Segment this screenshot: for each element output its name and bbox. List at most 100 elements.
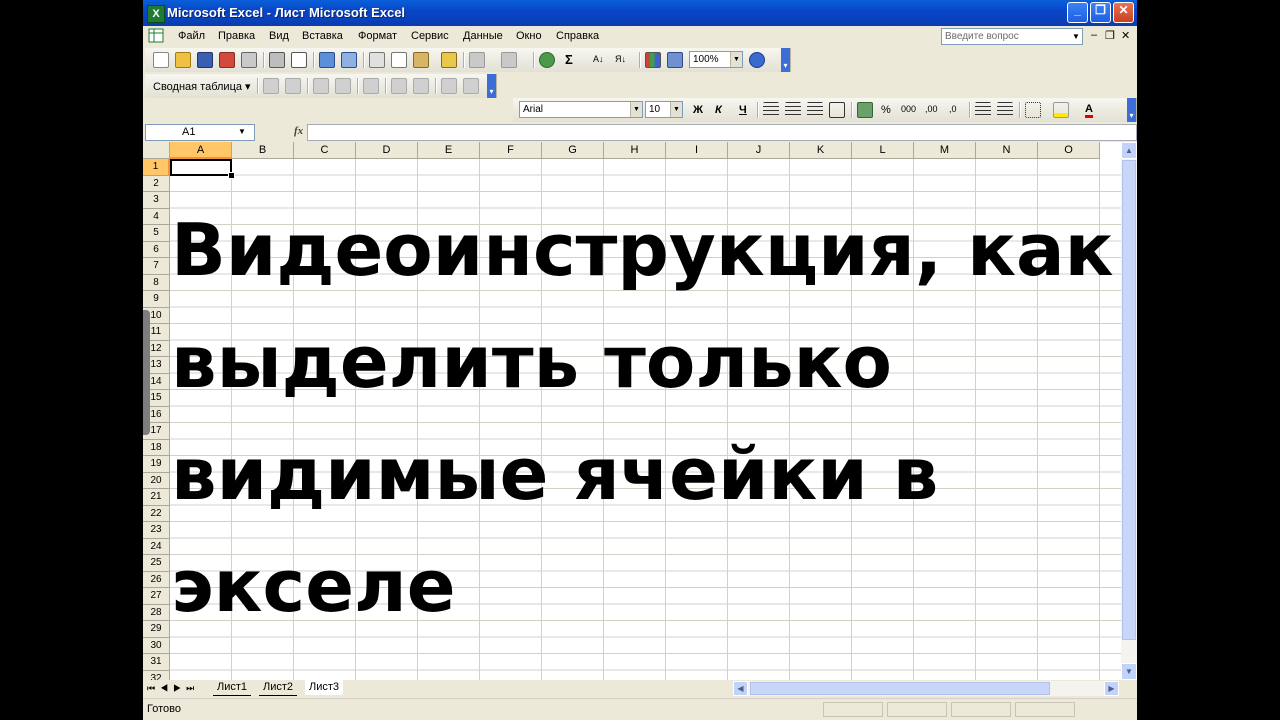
- research-icon[interactable]: [341, 52, 357, 68]
- column-header[interactable]: G: [542, 142, 604, 159]
- bold-button[interactable]: Ж: [693, 104, 703, 116]
- decrease-decimal-button[interactable]: ,0: [949, 104, 957, 114]
- sheet-nav-icon[interactable]: ⏮◀▶⏭: [147, 683, 199, 694]
- underline-button[interactable]: Ч: [739, 104, 747, 116]
- pivot-chart-icon[interactable]: [285, 78, 301, 94]
- side-panel-handle[interactable]: [143, 310, 150, 435]
- align-left-icon[interactable]: [763, 102, 779, 118]
- spelling-icon[interactable]: [319, 52, 335, 68]
- select-all-corner[interactable]: [143, 142, 170, 159]
- sheet-tab-1[interactable]: Лист1: [213, 680, 252, 696]
- hide-field-list-icon[interactable]: [463, 78, 479, 94]
- fill-color-icon[interactable]: [1053, 102, 1069, 118]
- pivot-table-menu[interactable]: Сводная таблица ▾: [153, 80, 251, 93]
- column-header[interactable]: H: [604, 142, 666, 159]
- refresh-icon[interactable]: [363, 78, 379, 94]
- autosum-button[interactable]: Σ: [565, 52, 573, 67]
- decrease-indent-icon[interactable]: [975, 102, 991, 118]
- menu-help[interactable]: Справка: [556, 30, 599, 42]
- open-icon[interactable]: [175, 52, 191, 68]
- column-header[interactable]: F: [480, 142, 542, 159]
- workbook-icon[interactable]: [147, 28, 167, 44]
- print-preview-icon[interactable]: [291, 52, 307, 68]
- hide-detail-icon[interactable]: [313, 78, 329, 94]
- thousands-button[interactable]: 000: [901, 104, 916, 114]
- font-size-combo[interactable]: 10 ▼: [645, 101, 683, 118]
- scroll-right-icon[interactable]: ▶: [1104, 681, 1119, 696]
- sheet-tab-2[interactable]: Лист2: [259, 680, 298, 696]
- vertical-scrollbar[interactable]: ▲ ▼: [1121, 142, 1137, 680]
- show-detail-icon[interactable]: [335, 78, 351, 94]
- scroll-left-icon[interactable]: ◀: [733, 681, 748, 696]
- close-button[interactable]: ✕: [1113, 2, 1134, 23]
- menu-view[interactable]: Вид: [269, 30, 289, 42]
- chevron-down-icon[interactable]: ▼: [670, 102, 682, 117]
- help-icon[interactable]: [749, 52, 765, 68]
- row-header[interactable]: 21: [143, 489, 170, 506]
- cut-icon[interactable]: [369, 52, 385, 68]
- doc-restore-button[interactable]: ❐: [1105, 29, 1115, 42]
- field-list-icon[interactable]: [441, 78, 457, 94]
- row-header[interactable]: 26: [143, 571, 170, 588]
- increase-indent-icon[interactable]: [997, 102, 1013, 118]
- align-right-icon[interactable]: [807, 102, 823, 118]
- zoom-combo[interactable]: 100% ▼: [689, 51, 743, 68]
- row-header[interactable]: 18: [143, 439, 170, 456]
- sort-desc-button[interactable]: Я↓: [615, 54, 626, 64]
- chart-wizard-icon[interactable]: [645, 52, 661, 68]
- paste-icon[interactable]: [413, 52, 429, 68]
- scroll-down-icon[interactable]: ▼: [1121, 663, 1137, 680]
- row-header[interactable]: 4: [143, 208, 170, 225]
- chevron-down-icon[interactable]: ▼: [1070, 29, 1082, 44]
- italic-button[interactable]: К: [715, 104, 722, 116]
- font-color-icon[interactable]: A: [1085, 104, 1093, 118]
- increase-decimal-button[interactable]: ,00: [925, 104, 938, 114]
- row-header[interactable]: 32: [143, 670, 170, 680]
- formula-input[interactable]: [307, 124, 1137, 141]
- row-header[interactable]: 31: [143, 654, 170, 671]
- toolbar-options-icon[interactable]: ▾: [487, 74, 496, 98]
- sheet-tab-3[interactable]: Лист3: [305, 680, 344, 695]
- menu-data[interactable]: Данные: [463, 30, 503, 42]
- menu-tools[interactable]: Сервис: [411, 30, 449, 42]
- row-header[interactable]: 25: [143, 555, 170, 572]
- email-icon[interactable]: [241, 52, 257, 68]
- title-bar[interactable]: X Microsoft Excel - Лист Microsoft Excel…: [143, 0, 1137, 26]
- row-header[interactable]: 28: [143, 604, 170, 621]
- save-icon[interactable]: [197, 52, 213, 68]
- vertical-scroll-thumb[interactable]: [1122, 160, 1136, 640]
- redo-icon[interactable]: [501, 52, 517, 68]
- row-header[interactable]: 7: [143, 258, 170, 275]
- menu-insert[interactable]: Вставка: [302, 30, 343, 42]
- toolbar-options-icon[interactable]: ▾: [1127, 98, 1136, 122]
- column-header[interactable]: N: [976, 142, 1038, 159]
- column-header[interactable]: A: [170, 142, 232, 159]
- column-header[interactable]: C: [294, 142, 356, 159]
- column-header[interactable]: O: [1038, 142, 1100, 159]
- fill-handle[interactable]: [228, 172, 235, 179]
- row-header[interactable]: 6: [143, 241, 170, 258]
- format-painter-icon[interactable]: [441, 52, 457, 68]
- column-header[interactable]: J: [728, 142, 790, 159]
- align-center-icon[interactable]: [785, 102, 801, 118]
- row-header[interactable]: 23: [143, 522, 170, 539]
- field-settings-icon[interactable]: [391, 78, 407, 94]
- active-cell[interactable]: [170, 159, 232, 176]
- hyperlink-icon[interactable]: [539, 52, 555, 68]
- row-header[interactable]: 30: [143, 637, 170, 654]
- toolbar-options-icon[interactable]: ▾: [781, 48, 790, 72]
- row-header[interactable]: 22: [143, 505, 170, 522]
- horizontal-scrollbar[interactable]: ◀ ▶: [733, 681, 1119, 696]
- drawing-icon[interactable]: [667, 52, 683, 68]
- sort-asc-button[interactable]: А↓: [593, 54, 604, 64]
- currency-icon[interactable]: [857, 102, 873, 118]
- row-header[interactable]: 2: [143, 175, 170, 192]
- column-header[interactable]: B: [232, 142, 294, 159]
- new-icon[interactable]: [153, 52, 169, 68]
- column-header[interactable]: E: [418, 142, 480, 159]
- menu-format[interactable]: Формат: [358, 30, 397, 42]
- merge-center-icon[interactable]: [829, 102, 845, 118]
- column-header[interactable]: L: [852, 142, 914, 159]
- row-header[interactable]: 19: [143, 456, 170, 473]
- row-header[interactable]: 8: [143, 274, 170, 291]
